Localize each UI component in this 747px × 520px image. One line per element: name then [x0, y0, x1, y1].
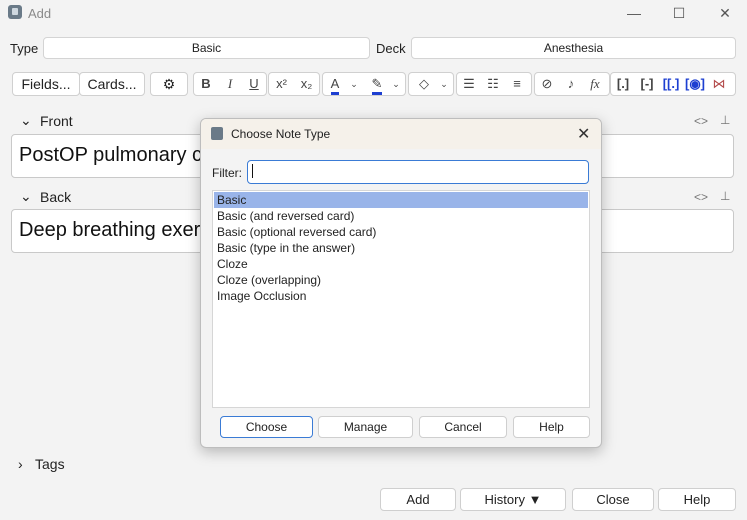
- format-group: B I U: [193, 72, 267, 96]
- cloze-group: [.] [-] [[.] [◉] ⋈: [610, 72, 736, 96]
- note-type-list[interactable]: Basic Basic (and reversed card) Basic (o…: [212, 190, 590, 408]
- highlight-color-icon[interactable]: ✎: [365, 73, 389, 95]
- text-caret: [252, 164, 253, 178]
- anki-app-icon: [8, 5, 22, 19]
- help-button[interactable]: Help: [658, 488, 736, 511]
- type-label: Type: [10, 41, 39, 56]
- front-collapse-icon[interactable]: ⌄: [20, 112, 32, 129]
- list-item[interactable]: Basic (optional reversed card): [214, 224, 588, 240]
- add-button[interactable]: Add: [380, 488, 456, 511]
- mathjax-block-icon[interactable]: [[.]: [659, 73, 683, 95]
- attachment-icon[interactable]: ⊘: [535, 73, 559, 95]
- back-collapse-icon[interactable]: ⌄: [20, 188, 32, 205]
- filter-input[interactable]: [247, 160, 589, 184]
- dialog-title-bar: Choose Note Type ✕: [201, 119, 601, 149]
- list-group: ☰ ☷ ≡: [456, 72, 532, 96]
- image-occlusion-icon[interactable]: ⋈: [707, 73, 731, 95]
- deck-label: Deck: [376, 41, 406, 56]
- filter-label: Filter:: [212, 166, 242, 180]
- list-item[interactable]: Image Occlusion: [214, 288, 588, 304]
- pin-icon[interactable]: ⊥: [720, 189, 730, 203]
- cloze-same-icon[interactable]: [-]: [635, 73, 659, 95]
- history-button[interactable]: History ▼: [460, 488, 566, 511]
- close-icon[interactable]: ✕: [577, 124, 590, 144]
- anki-app-icon: [211, 127, 223, 140]
- front-field-label: Front: [40, 113, 73, 129]
- window-title: Add: [28, 6, 52, 21]
- title-bar: Add — ☐ ✕: [0, 0, 747, 26]
- list-item[interactable]: Basic (type in the answer): [214, 240, 588, 256]
- list-item[interactable]: Cloze (overlapping): [214, 272, 588, 288]
- chevron-down-icon[interactable]: ⌄: [347, 73, 361, 95]
- note-type-selector[interactable]: Basic: [43, 37, 370, 59]
- deck-selector[interactable]: Anesthesia: [411, 37, 736, 59]
- italic-icon[interactable]: I: [218, 73, 242, 95]
- numbered-list-icon[interactable]: ☷: [481, 73, 505, 95]
- back-field-label: Back: [40, 189, 72, 205]
- subscript-icon[interactable]: x₂: [294, 73, 319, 95]
- chevron-down-icon[interactable]: ⌄: [437, 73, 451, 95]
- pin-icon[interactable]: ⊥: [720, 113, 730, 127]
- align-icon[interactable]: ≡: [505, 73, 529, 95]
- color-group: A ⌄ ✎ ⌄: [322, 72, 406, 96]
- manage-button[interactable]: Manage: [318, 416, 413, 438]
- cancel-button[interactable]: Cancel: [419, 416, 507, 438]
- mathjax-inline-icon[interactable]: [◉]: [683, 73, 707, 95]
- choose-button[interactable]: Choose: [220, 416, 313, 438]
- chevron-down-icon[interactable]: ⌄: [389, 73, 403, 95]
- media-group: ⊘ ♪ fx: [534, 72, 610, 96]
- eraser-group: ◇ ⌄: [408, 72, 454, 96]
- choose-note-type-dialog: Choose Note Type ✕ Filter: Basic Basic (…: [200, 118, 602, 448]
- list-item[interactable]: Basic (and reversed card): [214, 208, 588, 224]
- text-color-icon[interactable]: A: [323, 73, 347, 95]
- list-item[interactable]: Cloze: [214, 256, 588, 272]
- minimize-icon[interactable]: —: [614, 2, 654, 24]
- html-editor-icon[interactable]: <>: [694, 190, 708, 204]
- bold-icon[interactable]: B: [194, 73, 218, 95]
- dialog-title: Choose Note Type: [231, 127, 331, 141]
- close-icon[interactable]: ✕: [705, 2, 745, 24]
- cloze-icon[interactable]: [.]: [611, 73, 635, 95]
- cards-button[interactable]: Cards...: [79, 72, 145, 96]
- list-item[interactable]: Basic: [214, 192, 588, 208]
- maximize-icon[interactable]: ☐: [659, 2, 699, 24]
- tags-expand-icon[interactable]: ›: [18, 456, 23, 472]
- close-button[interactable]: Close: [572, 488, 654, 511]
- html-editor-icon[interactable]: <>: [694, 114, 708, 128]
- microphone-icon[interactable]: ♪: [559, 73, 583, 95]
- bullet-list-icon[interactable]: ☰: [457, 73, 481, 95]
- help-button[interactable]: Help: [513, 416, 590, 438]
- eraser-icon[interactable]: ◇: [411, 73, 437, 95]
- superscript-icon[interactable]: x²: [269, 73, 294, 95]
- script-group: x² x₂: [268, 72, 320, 96]
- function-icon[interactable]: fx: [583, 73, 607, 95]
- fields-button[interactable]: Fields...: [12, 72, 80, 96]
- tags-label: Tags: [35, 456, 65, 472]
- underline-icon[interactable]: U: [242, 73, 266, 95]
- gear-icon[interactable]: ⚙: [150, 72, 188, 96]
